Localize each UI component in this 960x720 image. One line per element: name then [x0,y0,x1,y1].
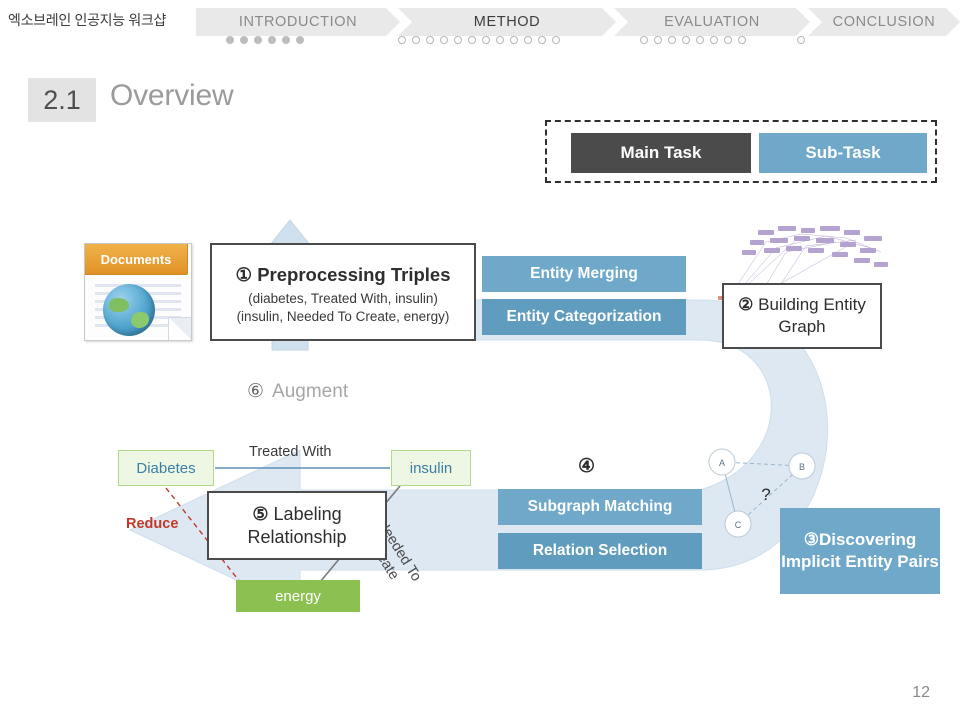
subtask-entity-categorization[interactable]: Entity Categorization [482,299,686,335]
progress-dot [468,36,476,44]
nav-tab-label: METHOD [473,14,541,30]
progress-dot [282,36,290,44]
progress-dots-method [398,36,560,44]
progress-dot [454,36,462,44]
subtask-entity-merging[interactable]: Entity Merging [482,256,686,292]
globe-icon [103,284,155,336]
progress-dot [296,36,304,44]
step-3-discovering-implicit-entity-pairs[interactable]: ③Discovering Implicit Entity Pairs [780,508,940,594]
step-6-augment[interactable]: ⑥ Augment [247,380,348,403]
edge-label-treated-with: Treated With [249,444,332,460]
subtask-relation-selection[interactable]: Relation Selection [498,533,702,569]
nav-tab-conclusion[interactable]: CONCLUSION [808,8,960,36]
nav-tab-label: CONCLUSION [832,14,936,30]
progress-dot [696,36,704,44]
progress-dot [724,36,732,44]
graph-node-energy[interactable]: energy [236,580,360,612]
progress-dot [440,36,448,44]
abc-node-c-label: C [735,520,742,530]
documents-label: Documents [85,244,188,275]
page-number: 12 [912,684,930,701]
progress-dot [668,36,676,44]
graph-node-diabetes[interactable]: Diabetes [118,450,214,486]
progress-dot [710,36,718,44]
step-2-heading: ② Building Entity Graph [724,294,880,338]
progress-dot [496,36,504,44]
step-5-labeling-relationship[interactable]: ⑤ Labeling Relationship [207,491,387,560]
nav-tab-introduction[interactable]: INTRODUCTION [196,8,400,36]
step-1-preprocessing-triples[interactable]: ① Preprocessing Triples (diabetes, Treat… [210,243,476,341]
step-1-heading: ① Preprocessing Triples [235,263,450,286]
progress-dot [398,36,406,44]
progress-dot [268,36,276,44]
step-2-marker: ② [738,295,754,314]
nav-tab-label: INTRODUCTION [238,14,358,30]
progress-dots-introduction [226,36,304,44]
page-curl-icon [168,317,191,340]
graph-node-insulin[interactable]: insulin [391,450,471,486]
step-2-building-entity-graph[interactable]: ② Building Entity Graph [722,283,882,349]
progress-dot [552,36,560,44]
progress-dot [738,36,746,44]
top-navigation-bar: 엑소브레인 인공지능 워크샵 INTRODUCTION METHOD EVALU… [0,0,960,48]
step-1-detail-line-1: (diabetes, Treated With, insulin) [248,290,438,306]
step-4-marker: ④ [578,456,596,477]
nav-tab-evaluation[interactable]: EVALUATION [614,8,810,36]
legend-sub-task: Sub-Task [759,133,927,173]
workshop-title: 엑소브레인 인공지능 워크샵 [8,12,167,28]
legend: Main Task Sub-Task [545,120,937,183]
legend-main-task: Main Task [571,133,751,173]
step-1-detail-line-2: (insulin, Needed To Create, energy) [236,308,450,324]
progress-dot [412,36,420,44]
step-1-title: Preprocessing Triples [257,263,451,285]
progress-dot [654,36,662,44]
progress-dot [682,36,690,44]
abc-node-a-label: A [719,458,725,468]
edge-label-reduce: Reduce [126,516,179,532]
step-3-heading: ③Discovering Implicit Entity Pairs [780,529,940,573]
progress-dot [797,36,805,44]
page-title: Overview [110,79,234,112]
abc-node-b-label: B [799,462,805,472]
step-2-title: Building Entity Graph [758,295,866,336]
progress-dot [510,36,518,44]
progress-dots-evaluation [640,36,746,44]
progress-dots-conclusion [797,36,805,44]
slide-number-badge: 2.1 [28,78,96,122]
nav-tab-label: EVALUATION [664,14,760,30]
step-6-label: Augment [272,380,349,402]
documents-card: Documents [84,243,192,341]
abc-unknown-label: ? [761,485,770,504]
progress-dot [538,36,546,44]
progress-dot [254,36,262,44]
progress-dot [226,36,234,44]
progress-dot [524,36,532,44]
progress-dot [240,36,248,44]
step-3-marker: ③ [803,530,819,549]
step-5-heading: ⑤ Labeling Relationship [209,503,385,549]
subtask-subgraph-matching[interactable]: Subgraph Matching [498,489,702,525]
progress-dot [482,36,490,44]
nav-tab-method[interactable]: METHOD [398,8,616,36]
step-5-marker: ⑤ [252,503,269,524]
step-1-marker: ① [235,263,253,285]
step-6-marker: ⑥ [247,381,265,402]
progress-dot [640,36,648,44]
progress-dot [426,36,434,44]
